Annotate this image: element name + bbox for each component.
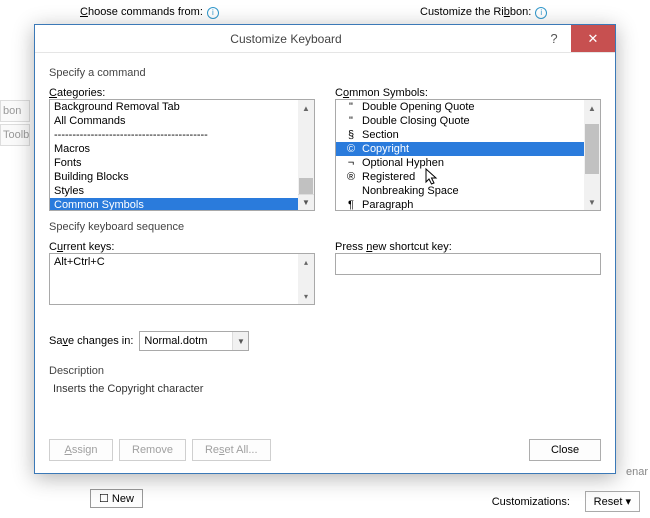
save-changes-value: Normal.dotm [140, 335, 232, 347]
close-button[interactable]: Close [529, 439, 601, 461]
scroll-down-icon[interactable]: ▾ [298, 288, 314, 304]
scrollbar[interactable]: ▴ ▾ [298, 254, 314, 304]
list-item[interactable]: ¶Paragraph [336, 198, 584, 210]
description-label: Description [49, 365, 601, 377]
list-item[interactable]: Background Removal Tab [50, 100, 298, 114]
specify-sequence-label: Specify keyboard sequence [49, 221, 601, 233]
remove-button: Remove [119, 439, 186, 461]
list-item[interactable]: Macros [50, 142, 298, 156]
list-item[interactable]: ¬Optional Hyphen [336, 156, 584, 170]
description-text: Inserts the Copyright character [53, 383, 597, 395]
bg-new-button[interactable]: ☐ New [90, 489, 143, 508]
bg-cust-label: Customizations: [492, 496, 570, 508]
bg-partial-text: enar [626, 466, 648, 478]
info-icon[interactable]: i [535, 7, 547, 19]
help-button[interactable]: ? [537, 25, 571, 52]
info-icon[interactable]: i [207, 7, 219, 19]
list-item[interactable]: "Double Closing Quote [336, 114, 584, 128]
scroll-up-icon[interactable]: ▲ [584, 100, 600, 116]
dropdown-icon[interactable]: ▼ [298, 194, 314, 210]
categories-label: Categories: [49, 87, 315, 99]
specify-command-label: Specify a command [49, 67, 601, 79]
list-item[interactable]: Common Symbols [50, 198, 298, 210]
chevron-down-icon[interactable]: ▼ [232, 332, 248, 350]
press-new-input[interactable] [335, 253, 601, 275]
list-item[interactable]: Styles [50, 184, 298, 198]
scrollbar[interactable]: ▲ ▼ [584, 100, 600, 210]
list-item[interactable]: ----------------------------------------… [50, 128, 298, 142]
list-item[interactable]: Building Blocks [50, 170, 298, 184]
bg-left-item[interactable]: bon [0, 100, 30, 122]
save-changes-label: Save changes in: [49, 335, 133, 347]
list-item[interactable]: ®Registered [336, 170, 584, 184]
list-item[interactable]: ©Copyright [336, 142, 584, 156]
scroll-thumb[interactable] [585, 124, 599, 174]
symbols-listbox[interactable]: "Double Opening Quote"Double Closing Quo… [335, 99, 601, 211]
reset-all-button: Reset All... [192, 439, 271, 461]
titlebar: Customize Keyboard ? ✕ [35, 25, 615, 53]
assign-button: Assign [49, 439, 113, 461]
scroll-up-icon[interactable]: ▴ [298, 254, 314, 270]
list-item[interactable]: Fonts [50, 156, 298, 170]
categories-listbox[interactable]: Background Removal TabAll Commands------… [49, 99, 315, 211]
list-item[interactable]: "Double Opening Quote [336, 100, 584, 114]
bg-reset-button[interactable]: Reset ▾ [585, 491, 640, 512]
scroll-down-icon[interactable]: ▼ [584, 194, 600, 210]
customize-keyboard-dialog: Customize Keyboard ? ✕ Specify a command… [34, 24, 616, 474]
bg-ribbon-label: Customize the Ribbon: [420, 6, 531, 18]
bg-left-item[interactable]: Toolba [0, 124, 30, 146]
bg-choose-label: hoose commands from: [88, 6, 203, 18]
list-item[interactable]: Nonbreaking Space [336, 184, 584, 198]
list-item[interactable]: All Commands [50, 114, 298, 128]
current-keys-label: Current keys: [49, 241, 315, 253]
dialog-title: Customize Keyboard [35, 32, 537, 46]
scroll-up-icon[interactable]: ▲ [298, 100, 314, 116]
symbols-label: Common Symbols: [335, 87, 601, 99]
press-new-label: Press new shortcut key: [335, 241, 601, 253]
current-key-value: Alt+Ctrl+C [54, 256, 105, 268]
list-item[interactable]: §Section [336, 128, 584, 142]
close-icon[interactable]: ✕ [571, 25, 615, 52]
current-keys-box[interactable]: Alt+Ctrl+C ▴ ▾ [49, 253, 315, 305]
scrollbar[interactable]: ▲ ▼ [298, 100, 314, 210]
save-changes-combo[interactable]: Normal.dotm ▼ [139, 331, 249, 351]
